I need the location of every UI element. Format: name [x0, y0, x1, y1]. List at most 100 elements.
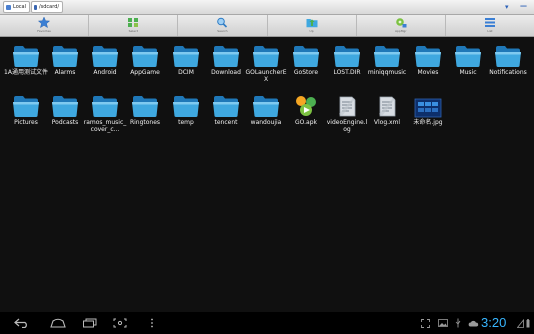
menu-button[interactable]: [144, 312, 160, 334]
address-bar: Local /sdcard/ ▾ —: [0, 0, 534, 15]
file-name: videoEngine.log: [326, 119, 368, 133]
file-name: miniqqmusic: [367, 69, 407, 76]
file-name: DCIM: [178, 69, 194, 76]
file-item[interactable]: Android: [86, 42, 124, 76]
file-name: Vlog.xml: [373, 119, 401, 126]
app-manager-button[interactable]: AppMgr: [357, 15, 446, 36]
list-view-label: List: [487, 29, 493, 33]
folder-icon: [251, 92, 281, 118]
folder-icon: [130, 42, 160, 68]
status-clock: 3:20: [481, 315, 507, 330]
fullscreen-icon: [418, 312, 432, 334]
select-label: Select: [128, 29, 138, 33]
file-item[interactable]: wandoujia: [247, 92, 285, 126]
file-item[interactable]: AppGame: [126, 42, 164, 76]
folder-icon: [11, 42, 41, 68]
file-item[interactable]: Download: [207, 42, 245, 76]
cloud-icon: [466, 312, 480, 334]
file-name: wandoujia: [250, 119, 282, 126]
minimize-icon[interactable]: —: [520, 1, 527, 11]
file-item[interactable]: Vlog.xml: [368, 92, 406, 126]
file-item[interactable]: 未命名.jpg: [409, 92, 447, 126]
folder-icon: [332, 42, 362, 68]
favorites-button[interactable]: Favorites: [0, 15, 90, 36]
toolbar: Favorites Select Search Up AppMgr List: [0, 15, 534, 37]
screenshot-button[interactable]: [108, 312, 132, 334]
file-item[interactable]: tencent: [207, 92, 245, 126]
file-item[interactable]: 1A通用测试文件: [4, 42, 48, 76]
file-name: GOLauncherEX: [245, 69, 287, 83]
file-item[interactable]: GO.apk: [287, 92, 325, 126]
folder-icon: [291, 42, 321, 68]
file-name: GoStore: [293, 69, 319, 76]
list-view-icon: [484, 18, 495, 27]
file-item[interactable]: LOST.DIR: [328, 42, 366, 76]
folder-icon: [211, 92, 241, 118]
apk-icon: [291, 92, 321, 118]
file-item[interactable]: temp: [167, 92, 205, 126]
home-button[interactable]: [44, 312, 72, 334]
sdcard-icon: [33, 4, 37, 10]
file-name: Ringtones: [129, 119, 161, 126]
file-name: Movies: [417, 69, 439, 76]
search-label: Search: [217, 29, 228, 33]
dropdown-icon[interactable]: ▾: [505, 2, 509, 12]
file-item[interactable]: DCIM: [167, 42, 205, 76]
file-item[interactable]: Pictures: [7, 92, 45, 126]
file-name: AppGame: [130, 69, 160, 76]
file-item[interactable]: GOLauncherEX: [245, 42, 287, 83]
folder-icon: [50, 42, 80, 68]
back-button[interactable]: [8, 312, 36, 334]
file-name: tencent: [214, 119, 238, 126]
file-item[interactable]: GoStore: [287, 42, 325, 76]
file-item[interactable]: Alarms: [46, 42, 84, 76]
breadcrumb-sdcard[interactable]: /sdcard/: [30, 1, 64, 13]
folder-icon: [90, 92, 120, 118]
gallery-notification-icon: [436, 312, 450, 334]
back-icon: [14, 318, 27, 328]
file-name: Pictures: [14, 119, 38, 126]
favorites-label: Favorites: [37, 29, 51, 33]
file-name: Android: [93, 69, 117, 76]
up-button[interactable]: Up: [268, 15, 357, 36]
file-name: Podcasts: [51, 119, 79, 126]
file-name: LOST.DIR: [333, 69, 361, 76]
file-item[interactable]: miniqqmusic: [368, 42, 406, 76]
home-icon: [50, 318, 66, 328]
file-name: ramos_music_cover_c...: [83, 119, 127, 133]
search-button[interactable]: Search: [178, 15, 268, 36]
file-item[interactable]: Notifications: [489, 42, 527, 76]
system-navigation-bar: 3:20: [0, 312, 534, 334]
document-icon: [372, 92, 402, 118]
folder-icon: [171, 42, 201, 68]
breadcrumb-sdcard-label: /sdcard/: [38, 4, 60, 10]
file-item[interactable]: Podcasts: [46, 92, 84, 126]
search-icon: [217, 17, 228, 28]
file-name: 1A通用测试文件: [4, 69, 48, 76]
folder-icon: [50, 92, 80, 118]
menu-dots-icon: [151, 318, 153, 328]
select-icon: [128, 18, 139, 27]
breadcrumb: Local /sdcard/: [3, 1, 64, 13]
up-label: Up: [309, 29, 314, 33]
folder-icon: [251, 42, 281, 68]
file-item[interactable]: ramos_music_cover_c...: [83, 92, 127, 133]
usb-icon: [452, 312, 464, 334]
file-item[interactable]: Ringtones: [126, 92, 164, 126]
file-item[interactable]: Movies: [409, 42, 447, 76]
breadcrumb-local[interactable]: Local: [3, 1, 30, 13]
file-name: Alarms: [54, 69, 76, 76]
document-icon: [332, 92, 362, 118]
folder-icon: [372, 42, 402, 68]
battery-icon: [524, 312, 532, 334]
recent-apps-button[interactable]: [76, 312, 104, 334]
file-item[interactable]: videoEngine.log: [326, 92, 368, 133]
file-name: Download: [211, 69, 241, 76]
folder-icon: [453, 42, 483, 68]
folder-icon: [211, 42, 241, 68]
folder-icon: [493, 42, 523, 68]
select-button[interactable]: Select: [89, 15, 179, 36]
file-item[interactable]: Music: [449, 42, 487, 76]
list-view-button[interactable]: List: [446, 15, 534, 36]
image-icon: [413, 92, 443, 118]
